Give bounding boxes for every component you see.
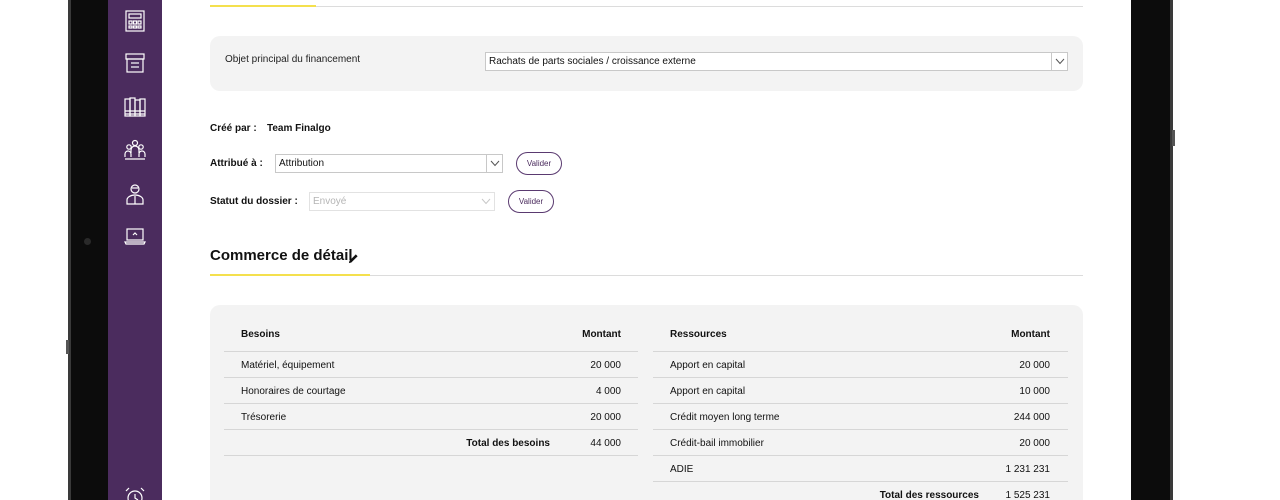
besoins-amount-header: Montant [582,329,621,340]
ressources-amount-header: Montant [1011,329,1050,340]
binders-icon[interactable] [122,94,148,120]
row-amount: 20 000 [1019,360,1050,371]
section-title: Commerce de détail [210,247,353,264]
row-label: Trésorerie [241,412,287,423]
alarm-clock-icon[interactable] [122,484,148,500]
row-amount: 20 000 [590,412,621,423]
device-button-left [66,340,69,354]
user-icon[interactable] [122,181,148,207]
sidebar [108,0,162,500]
row-amount: 4 000 [595,386,621,397]
cree-par-label: Créé par : [210,123,257,134]
archive-box-icon[interactable] [122,50,148,76]
row-label: Honoraires de courtage [241,386,346,397]
besoins-header: Besoins [241,329,280,340]
cree-par-value: Team Finalgo [267,123,331,134]
attribue-label: Attribué à : [210,158,263,169]
total-row: Total des besoins 44 000 [224,430,638,456]
table-row: Trésorerie 20 000 [224,404,638,430]
chevron-down-icon[interactable] [1051,53,1067,70]
total-amount: 44 000 [590,438,621,449]
statut-select: Envoyé [309,192,495,211]
section-divider-accent [210,274,370,276]
top-divider [210,6,1083,7]
row-label: Matériel, équipement [241,360,335,371]
row-amount: 20 000 [590,360,621,371]
table-row: Honoraires de courtage 4 000 [224,378,638,404]
table-row: Crédit moyen long terme 244 000 [653,404,1068,430]
financing-table-panel: Besoins Montant Matériel, équipement 20 … [210,305,1083,500]
attribution-select-value: Attribution [279,158,325,169]
device-button-right [1172,130,1175,146]
total-row: Total des ressources 1 525 231 [653,482,1068,500]
row-label: Crédit-bail immobilier [670,438,764,449]
team-icon[interactable] [122,137,148,163]
pencil-icon[interactable] [348,251,359,264]
table-row: Apport en capital 10 000 [653,378,1068,404]
device-bezel-right [1131,0,1173,500]
statut-label: Statut du dossier : [210,196,298,207]
table-row: Apport en capital 20 000 [653,352,1068,378]
row-label: Crédit moyen long terme [670,412,780,423]
chevron-down-icon[interactable] [486,155,502,172]
table-row: Crédit-bail immobilier 20 000 [653,430,1068,456]
top-divider-accent [210,5,316,7]
valider-statut-button[interactable]: Valider [508,190,554,213]
row-amount: 10 000 [1019,386,1050,397]
ressources-header: Ressources [670,329,727,340]
total-amount: 1 525 231 [1005,490,1051,500]
table-row: ADIE 1 231 231 [653,456,1068,482]
objet-label: Objet principal du financement [225,54,361,65]
row-amount: 1 231 231 [1005,464,1051,475]
attribution-select[interactable]: Attribution [275,154,503,173]
table-row: Matériel, équipement 20 000 [224,352,638,378]
row-amount: 244 000 [1013,412,1050,423]
row-label: Apport en capital [670,386,746,397]
objet-select[interactable]: Rachats de parts sociales / croissance e… [485,52,1068,71]
main-content: Objet principal du financement Rachats d… [162,0,1131,500]
statut-select-value: Envoyé [313,196,347,207]
row-label: ADIE [670,464,694,475]
valider-attribution-button[interactable]: Valider [516,152,562,175]
chevron-down-icon [478,193,494,210]
laptop-icon[interactable] [122,223,148,249]
objet-select-value: Rachats de parts sociales / croissance e… [489,56,696,67]
row-amount: 20 000 [1019,438,1050,449]
device-camera [84,238,91,245]
row-label: Apport en capital [670,360,746,371]
total-label: Total des besoins [466,438,550,449]
device-bezel-left [68,0,108,500]
calculator-icon[interactable] [122,8,148,34]
objet-panel: Objet principal du financement Rachats d… [210,36,1083,91]
